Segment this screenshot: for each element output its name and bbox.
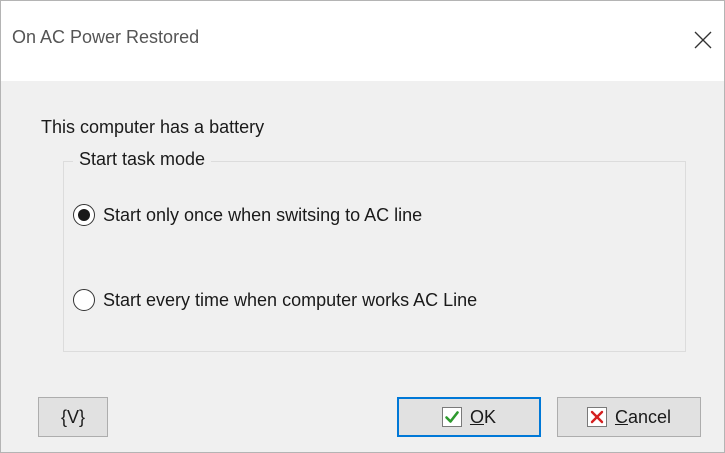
check-icon (441, 407, 462, 427)
cancel-button[interactable]: Cancel (557, 397, 701, 437)
battery-info-text: This computer has a battery (41, 117, 265, 137)
radio-label-start-every-time: Start every time when computer works AC … (103, 289, 478, 310)
radio-start-every-time[interactable]: Start every time when computer works AC … (73, 289, 477, 311)
cancel-button-label: Cancel (614, 406, 672, 427)
variables-button[interactable]: {V} (38, 397, 108, 437)
radio-button-unselected[interactable] (73, 289, 95, 311)
title-bar[interactable]: On AC Power Restored (1, 1, 724, 81)
ok-button-label: OK (469, 406, 497, 427)
radio-label-start-once: Start only once when switsing to AC line (103, 204, 423, 225)
radio-start-once[interactable]: Start only once when switsing to AC line (73, 204, 422, 226)
ok-button[interactable]: OK (397, 397, 541, 437)
dialog-window: On AC Power Restored This computer has a… (0, 0, 725, 453)
variables-button-label: {V} (60, 406, 86, 427)
window-title: On AC Power Restored (12, 27, 200, 47)
close-button[interactable] (686, 23, 720, 57)
group-title: Start task mode (73, 149, 212, 170)
x-icon (586, 407, 607, 427)
close-icon (694, 31, 712, 49)
start-task-mode-group (63, 161, 686, 352)
radio-dot (78, 209, 90, 221)
radio-button-selected[interactable] (73, 204, 95, 226)
